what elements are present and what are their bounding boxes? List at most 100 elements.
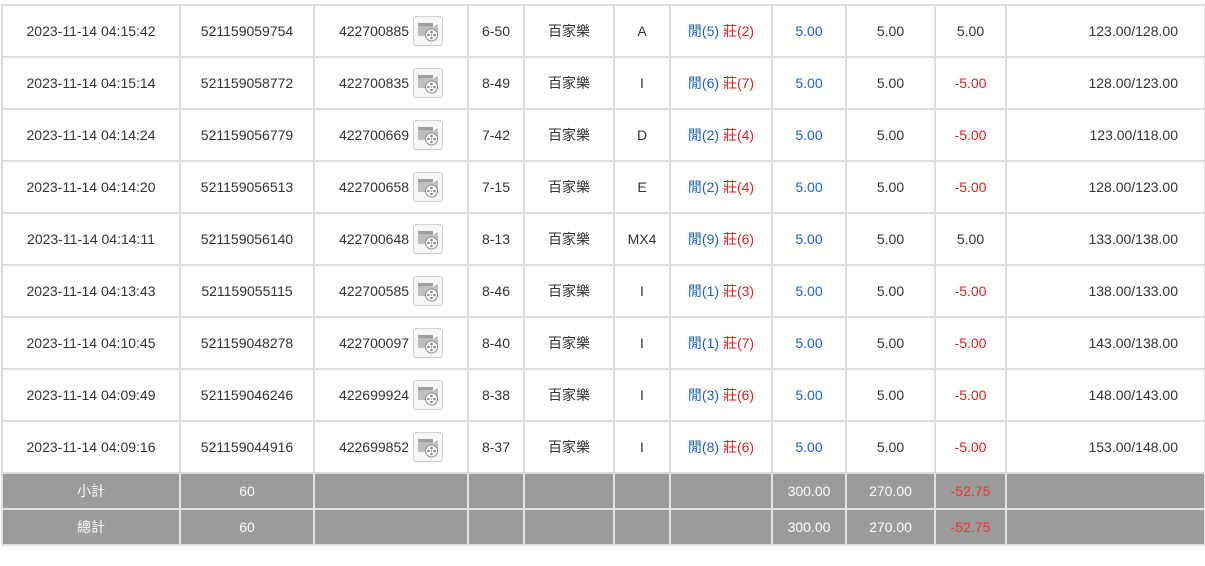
valid-bet: 5.00 (845, 316, 936, 370)
total-label: 總計 (1, 508, 181, 546)
round-cell: 422700835 (313, 56, 469, 110)
film-reel-icon[interactable] (413, 276, 444, 306)
shoe-hand: 8-37 (467, 420, 525, 474)
win-loss: -5.00 (934, 368, 1007, 422)
bet-id: 521159055115 (179, 264, 315, 318)
table-name: MX4 (613, 212, 671, 266)
subtotal-win: -52.75 (934, 472, 1007, 510)
table-name: D (613, 108, 671, 162)
player-result: 閒(2) (687, 179, 720, 195)
banker-result: 莊(6) (722, 439, 755, 455)
bet-id: 521159044916 (179, 420, 315, 474)
round-cell: 422700097 (313, 316, 469, 370)
round-id: 422700585 (338, 283, 410, 299)
shoe-hand: 8-13 (467, 212, 525, 266)
player-result: 閒(8) (687, 439, 720, 455)
round-cell: 422700648 (313, 212, 469, 266)
balance: 123.00/118.00 (1005, 108, 1205, 162)
subtotal-count: 60 (179, 472, 315, 510)
subtotal-bet: 300.00 (771, 472, 847, 510)
bet-id: 521159046246 (179, 368, 315, 422)
player-result: 閒(3) (687, 387, 720, 403)
game-name: 百家樂 (523, 4, 615, 58)
total-row: 總計 60 300.00 270.00 -52.75 (1, 508, 1205, 546)
film-reel-icon[interactable] (413, 224, 444, 254)
game-name: 百家樂 (523, 160, 615, 214)
bet-time: 2023-11-14 04:15:42 (1, 4, 181, 58)
banker-result: 莊(2) (722, 23, 755, 39)
subtotal-valid: 270.00 (845, 472, 936, 510)
table-row: 2023-11-14 04:15:42 521159059754 4227008… (1, 4, 1205, 58)
table-name: A (613, 4, 671, 58)
table-row: 2023-11-14 04:13:43 521159055115 4227005… (1, 264, 1205, 318)
game-name: 百家樂 (523, 420, 615, 474)
banker-result: 莊(4) (722, 127, 755, 143)
banker-result: 莊(6) (722, 231, 755, 247)
bet-time: 2023-11-14 04:14:24 (1, 108, 181, 162)
film-reel-icon[interactable] (413, 432, 444, 462)
game-name: 百家樂 (523, 368, 615, 422)
result-cell: 閒(1) 莊(7) (669, 316, 773, 370)
player-result: 閒(6) (687, 75, 720, 91)
result-cell: 閒(6) 莊(7) (669, 56, 773, 110)
bet-amount: 5.00 (771, 160, 847, 214)
bet-id: 521159048278 (179, 316, 315, 370)
banker-result: 莊(6) (722, 387, 755, 403)
player-result: 閒(9) (687, 231, 720, 247)
round-id: 422700097 (338, 335, 410, 351)
valid-bet: 5.00 (845, 4, 936, 58)
player-result: 閒(1) (687, 335, 720, 351)
win-loss: -5.00 (934, 108, 1007, 162)
bet-amount: 5.00 (771, 108, 847, 162)
bet-time: 2023-11-14 04:13:43 (1, 264, 181, 318)
round-id: 422700885 (338, 23, 410, 39)
win-loss: -5.00 (934, 56, 1007, 110)
result-cell: 閒(3) 莊(6) (669, 368, 773, 422)
film-reel-icon[interactable] (413, 380, 444, 410)
valid-bet: 5.00 (845, 160, 936, 214)
table-row: 2023-11-14 04:14:24 521159056779 4227006… (1, 108, 1205, 162)
round-id: 422699924 (338, 387, 410, 403)
valid-bet: 5.00 (845, 108, 936, 162)
valid-bet: 5.00 (845, 368, 936, 422)
subtotal-row: 小計 60 300.00 270.00 -52.75 (1, 472, 1205, 510)
balance: 148.00/143.00 (1005, 368, 1205, 422)
bet-time: 2023-11-14 04:14:11 (1, 212, 181, 266)
round-cell: 422700669 (313, 108, 469, 162)
film-reel-icon[interactable] (413, 16, 444, 46)
valid-bet: 5.00 (845, 212, 936, 266)
result-cell: 閒(2) 莊(4) (669, 160, 773, 214)
bet-id: 521159056779 (179, 108, 315, 162)
bet-amount: 5.00 (771, 420, 847, 474)
film-reel-icon[interactable] (413, 120, 444, 150)
bet-amount: 5.00 (771, 212, 847, 266)
summary-body: 小計 60 300.00 270.00 -52.75 總計 60 300.00 … (1, 472, 1205, 546)
table-name: E (613, 160, 671, 214)
player-result: 閒(5) (687, 23, 720, 39)
total-win: -52.75 (934, 508, 1007, 546)
balance: 133.00/138.00 (1005, 212, 1205, 266)
bet-amount: 5.00 (771, 316, 847, 370)
shoe-hand: 8-46 (467, 264, 525, 318)
table-name: I (613, 368, 671, 422)
bet-time: 2023-11-14 04:10:45 (1, 316, 181, 370)
player-result: 閒(1) (687, 283, 720, 299)
round-cell: 422700658 (313, 160, 469, 214)
win-loss: -5.00 (934, 160, 1007, 214)
bet-records-table: 2023-11-14 04:15:42 521159059754 4227008… (1, 4, 1205, 546)
film-reel-icon[interactable] (413, 172, 444, 202)
result-cell: 閒(5) 莊(2) (669, 4, 773, 58)
bet-id: 521159058772 (179, 56, 315, 110)
balance: 153.00/148.00 (1005, 420, 1205, 474)
bet-id: 521159056513 (179, 160, 315, 214)
film-reel-icon[interactable] (413, 68, 444, 98)
game-name: 百家樂 (523, 56, 615, 110)
win-loss: 5.00 (934, 4, 1007, 58)
valid-bet: 5.00 (845, 264, 936, 318)
result-cell: 閒(9) 莊(6) (669, 212, 773, 266)
bet-time: 2023-11-14 04:09:49 (1, 368, 181, 422)
film-reel-icon[interactable] (413, 328, 444, 358)
table-row: 2023-11-14 04:09:49 521159046246 4226999… (1, 368, 1205, 422)
bet-time: 2023-11-14 04:15:14 (1, 56, 181, 110)
round-id: 422700835 (338, 75, 410, 91)
